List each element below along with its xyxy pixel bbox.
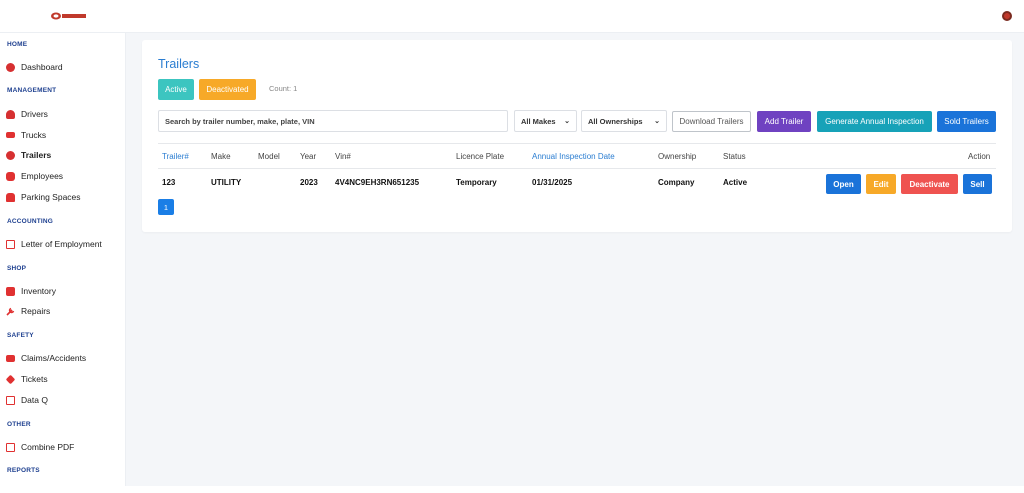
sidebar-item-label: Repairs [21,306,51,316]
sidebar-item-label: Data Q [21,395,48,405]
sidebar-item-label: Combine PDF [21,442,75,452]
search-input[interactable]: Search by trailer number, make, plate, V… [158,110,508,132]
sidebar-item-combine-pdf[interactable]: Combine PDF [6,440,74,454]
sidebar-item-label: Tickets [21,374,48,384]
sidebar-item-tickets[interactable]: Tickets [5,372,48,386]
sidebar-item-trailers[interactable]: Trailers [6,148,51,162]
ambulance-icon [6,354,15,362]
cell-ownership: Company [658,178,695,187]
sidebar-item-claims-accidents[interactable]: Claims/Accidents [6,351,86,365]
sidebar-item-label: Trailers [21,150,52,160]
makes-select-value: All Makes [521,116,556,126]
trailer-icon [6,150,15,160]
column-header-status: Status [723,152,746,161]
add-trailer-button[interactable]: Add Trailer [757,111,811,132]
sidebar: HOME Dashboard MANAGEMENT Drivers Trucks… [0,33,126,493]
cell-inspection-date: 01/31/2025 [532,178,573,187]
document-icon [6,395,15,405]
sidebar-section-other: OTHER [7,421,31,428]
sidebar-item-dashboard[interactable]: Dashboard [6,60,63,74]
sidebar-item-label: Parking Spaces [21,192,81,202]
tab-deactivated[interactable]: Deactivated [199,79,256,100]
sidebar-section-reports: REPORTS [7,467,40,474]
document-icon [6,239,15,249]
cell-make: UTILITY [211,178,242,187]
sold-trailers-button[interactable]: Sold Trailers [937,111,996,132]
cell-year: 2023 [300,178,318,187]
tab-active[interactable]: Active [158,79,194,100]
sidebar-item-data-q[interactable]: Data Q [6,393,48,407]
sidebar-section-accounting: ACCOUNTING [7,218,54,225]
cell-trailer: 123 [162,178,176,187]
sidebar-item-inventory[interactable]: Inventory [6,284,56,298]
divider [158,143,996,144]
page-title: Trailers [158,57,200,71]
column-header-make: Make [211,152,231,161]
column-header-ownership: Ownership [658,152,697,161]
sidebar-item-letter-of-employment[interactable]: Letter of Employment [6,237,102,251]
trailer-count: Count: 1 [269,84,298,93]
sidebar-item-trucks[interactable]: Trucks [6,128,46,142]
sidebar-section-safety: SAFETY [7,332,34,339]
cell-vin: 4V4NC9EH3RN651235 [335,178,420,187]
sidebar-item-repairs[interactable]: Repairs [6,304,50,318]
sidebar-item-label: Letter of Employment [21,239,102,249]
edit-button[interactable]: Edit [866,174,896,194]
trailers-panel: Trailers Active Deactivated Count: 1 Sea… [142,40,1012,232]
ticket-icon [5,374,16,384]
user-avatar[interactable] [1002,11,1012,21]
column-header-trailer[interactable]: Trailer# [162,152,189,161]
cell-licence-plate: Temporary [456,178,497,187]
inventory-icon [6,286,15,296]
deactivate-button[interactable]: Deactivate [901,174,958,194]
sell-button[interactable]: Sell [963,174,992,194]
sidebar-item-employees[interactable]: Employees [6,169,63,183]
open-button[interactable]: Open [826,174,861,194]
ownerships-select-value: All Ownerships [588,116,643,126]
column-header-annual-inspection-date[interactable]: Annual Inspection Date [532,152,615,161]
column-header-action: Action [968,152,991,161]
truck-icon [6,132,15,138]
pagination-page-1[interactable]: 1 [158,199,174,215]
sidebar-section-management: MANAGEMENT [7,87,57,94]
makes-select[interactable]: All Makes ⌄ [514,110,577,132]
sidebar-item-drivers[interactable]: Drivers [6,107,48,121]
driver-icon [6,109,15,119]
column-header-year: Year [300,152,317,161]
footer-bar [0,486,1024,493]
sidebar-item-label: Dashboard [21,62,63,72]
column-header-licence-plate: Licence Plate [456,152,505,161]
wrench-icon [6,307,15,316]
employees-icon [6,171,15,181]
sidebar-item-label: Employees [21,171,64,181]
sidebar-section-shop: SHOP [7,265,27,272]
company-logo[interactable] [50,11,88,21]
divider [158,168,996,169]
sidebar-item-label: Drivers [21,109,48,119]
ownerships-select[interactable]: All Ownerships ⌄ [581,110,667,132]
dashboard-icon [6,62,15,72]
column-header-model: Model [258,152,280,161]
column-header-vin: Vin# [335,152,351,161]
cell-status: Active [723,178,748,187]
sidebar-item-label: Claims/Accidents [21,353,87,363]
sidebar-item-label: Trucks [21,130,47,140]
sidebar-section-home: HOME [7,41,28,48]
top-bar [0,0,1024,33]
generate-annual-inspection-button[interactable]: Generate Annual Inspection [817,111,932,132]
sidebar-item-label: Inventory [21,286,56,296]
chevron-down-icon: ⌄ [654,118,660,125]
pdf-icon [6,442,15,452]
download-trailers-button[interactable]: Download Trailers [672,111,751,132]
sidebar-item-parking-spaces[interactable]: Parking Spaces [6,190,81,204]
car-icon [6,192,15,202]
chevron-down-icon: ⌄ [564,118,570,125]
